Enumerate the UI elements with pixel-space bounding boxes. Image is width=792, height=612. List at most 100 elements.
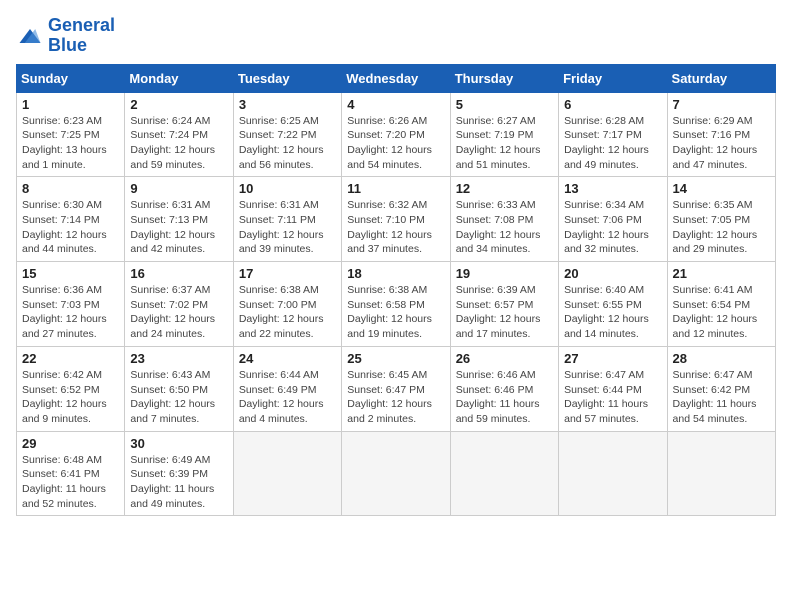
calendar-day-9: 9 Sunrise: 6:31 AM Sunset: 7:13 PM Daylig… xyxy=(125,177,233,262)
calendar-day-29: 29 Sunrise: 6:48 AM Sunset: 6:41 PM Dayli… xyxy=(17,431,125,516)
day-info: Sunrise: 6:49 AM Sunset: 6:39 PM Dayligh… xyxy=(130,453,227,512)
calendar-day-16: 16 Sunrise: 6:37 AM Sunset: 7:02 PM Dayli… xyxy=(125,262,233,347)
day-number: 2 xyxy=(130,97,227,112)
calendar-day-4: 4 Sunrise: 6:26 AM Sunset: 7:20 PM Daylig… xyxy=(342,92,450,177)
day-info: Sunrise: 6:39 AM Sunset: 6:57 PM Dayligh… xyxy=(456,283,553,342)
weekday-header-sunday: Sunday xyxy=(17,64,125,92)
day-info: Sunrise: 6:31 AM Sunset: 7:11 PM Dayligh… xyxy=(239,198,336,257)
calendar-day-28: 28 Sunrise: 6:47 AM Sunset: 6:42 PM Dayli… xyxy=(667,346,775,431)
day-number: 7 xyxy=(673,97,770,112)
day-info: Sunrise: 6:41 AM Sunset: 6:54 PM Dayligh… xyxy=(673,283,770,342)
calendar-day-25: 25 Sunrise: 6:45 AM Sunset: 6:47 PM Dayli… xyxy=(342,346,450,431)
calendar-day-26: 26 Sunrise: 6:46 AM Sunset: 6:46 PM Dayli… xyxy=(450,346,558,431)
day-info: Sunrise: 6:28 AM Sunset: 7:17 PM Dayligh… xyxy=(564,114,661,173)
day-info: Sunrise: 6:45 AM Sunset: 6:47 PM Dayligh… xyxy=(347,368,444,427)
day-number: 18 xyxy=(347,266,444,281)
day-number: 29 xyxy=(22,436,119,451)
day-number: 13 xyxy=(564,181,661,196)
calendar-day-23: 23 Sunrise: 6:43 AM Sunset: 6:50 PM Dayli… xyxy=(125,346,233,431)
calendar-day-11: 11 Sunrise: 6:32 AM Sunset: 7:10 PM Dayli… xyxy=(342,177,450,262)
day-info: Sunrise: 6:27 AM Sunset: 7:19 PM Dayligh… xyxy=(456,114,553,173)
calendar-day-30: 30 Sunrise: 6:49 AM Sunset: 6:39 PM Dayli… xyxy=(125,431,233,516)
day-number: 23 xyxy=(130,351,227,366)
day-number: 9 xyxy=(130,181,227,196)
day-info: Sunrise: 6:31 AM Sunset: 7:13 PM Dayligh… xyxy=(130,198,227,257)
day-number: 10 xyxy=(239,181,336,196)
day-number: 3 xyxy=(239,97,336,112)
weekday-header-monday: Monday xyxy=(125,64,233,92)
day-info: Sunrise: 6:30 AM Sunset: 7:14 PM Dayligh… xyxy=(22,198,119,257)
weekday-header-saturday: Saturday xyxy=(667,64,775,92)
day-info: Sunrise: 6:35 AM Sunset: 7:05 PM Dayligh… xyxy=(673,198,770,257)
calendar-day-15: 15 Sunrise: 6:36 AM Sunset: 7:03 PM Dayli… xyxy=(17,262,125,347)
day-info: Sunrise: 6:47 AM Sunset: 6:42 PM Dayligh… xyxy=(673,368,770,427)
day-number: 28 xyxy=(673,351,770,366)
day-number: 5 xyxy=(456,97,553,112)
calendar-day-18: 18 Sunrise: 6:38 AM Sunset: 6:58 PM Dayli… xyxy=(342,262,450,347)
day-number: 14 xyxy=(673,181,770,196)
day-number: 1 xyxy=(22,97,119,112)
empty-cell xyxy=(559,431,667,516)
calendar-day-22: 22 Sunrise: 6:42 AM Sunset: 6:52 PM Dayli… xyxy=(17,346,125,431)
calendar-day-19: 19 Sunrise: 6:39 AM Sunset: 6:57 PM Dayli… xyxy=(450,262,558,347)
day-info: Sunrise: 6:23 AM Sunset: 7:25 PM Dayligh… xyxy=(22,114,119,173)
day-number: 27 xyxy=(564,351,661,366)
calendar-day-8: 8 Sunrise: 6:30 AM Sunset: 7:14 PM Daylig… xyxy=(17,177,125,262)
day-info: Sunrise: 6:38 AM Sunset: 7:00 PM Dayligh… xyxy=(239,283,336,342)
day-number: 20 xyxy=(564,266,661,281)
day-info: Sunrise: 6:40 AM Sunset: 6:55 PM Dayligh… xyxy=(564,283,661,342)
day-number: 11 xyxy=(347,181,444,196)
empty-cell xyxy=(667,431,775,516)
day-info: Sunrise: 6:24 AM Sunset: 7:24 PM Dayligh… xyxy=(130,114,227,173)
day-info: Sunrise: 6:42 AM Sunset: 6:52 PM Dayligh… xyxy=(22,368,119,427)
day-info: Sunrise: 6:32 AM Sunset: 7:10 PM Dayligh… xyxy=(347,198,444,257)
logo-text: General Blue xyxy=(48,16,115,56)
calendar-day-24: 24 Sunrise: 6:44 AM Sunset: 6:49 PM Dayli… xyxy=(233,346,341,431)
day-number: 17 xyxy=(239,266,336,281)
empty-cell xyxy=(233,431,341,516)
day-info: Sunrise: 6:37 AM Sunset: 7:02 PM Dayligh… xyxy=(130,283,227,342)
calendar-day-6: 6 Sunrise: 6:28 AM Sunset: 7:17 PM Daylig… xyxy=(559,92,667,177)
calendar-day-17: 17 Sunrise: 6:38 AM Sunset: 7:00 PM Dayli… xyxy=(233,262,341,347)
day-info: Sunrise: 6:33 AM Sunset: 7:08 PM Dayligh… xyxy=(456,198,553,257)
weekday-header-tuesday: Tuesday xyxy=(233,64,341,92)
day-number: 16 xyxy=(130,266,227,281)
page-header: General Blue xyxy=(16,16,776,56)
day-number: 26 xyxy=(456,351,553,366)
day-number: 6 xyxy=(564,97,661,112)
calendar-day-13: 13 Sunrise: 6:34 AM Sunset: 7:06 PM Dayli… xyxy=(559,177,667,262)
calendar-day-7: 7 Sunrise: 6:29 AM Sunset: 7:16 PM Daylig… xyxy=(667,92,775,177)
day-number: 22 xyxy=(22,351,119,366)
calendar-day-3: 3 Sunrise: 6:25 AM Sunset: 7:22 PM Daylig… xyxy=(233,92,341,177)
day-number: 24 xyxy=(239,351,336,366)
day-info: Sunrise: 6:43 AM Sunset: 6:50 PM Dayligh… xyxy=(130,368,227,427)
day-number: 19 xyxy=(456,266,553,281)
day-info: Sunrise: 6:25 AM Sunset: 7:22 PM Dayligh… xyxy=(239,114,336,173)
day-info: Sunrise: 6:36 AM Sunset: 7:03 PM Dayligh… xyxy=(22,283,119,342)
weekday-header-wednesday: Wednesday xyxy=(342,64,450,92)
day-number: 30 xyxy=(130,436,227,451)
day-number: 21 xyxy=(673,266,770,281)
calendar-day-2: 2 Sunrise: 6:24 AM Sunset: 7:24 PM Daylig… xyxy=(125,92,233,177)
day-info: Sunrise: 6:29 AM Sunset: 7:16 PM Dayligh… xyxy=(673,114,770,173)
day-number: 25 xyxy=(347,351,444,366)
day-info: Sunrise: 6:38 AM Sunset: 6:58 PM Dayligh… xyxy=(347,283,444,342)
day-number: 12 xyxy=(456,181,553,196)
day-info: Sunrise: 6:47 AM Sunset: 6:44 PM Dayligh… xyxy=(564,368,661,427)
logo: General Blue xyxy=(16,16,115,56)
day-info: Sunrise: 6:46 AM Sunset: 6:46 PM Dayligh… xyxy=(456,368,553,427)
day-number: 8 xyxy=(22,181,119,196)
calendar-day-27: 27 Sunrise: 6:47 AM Sunset: 6:44 PM Dayli… xyxy=(559,346,667,431)
day-info: Sunrise: 6:48 AM Sunset: 6:41 PM Dayligh… xyxy=(22,453,119,512)
calendar-day-20: 20 Sunrise: 6:40 AM Sunset: 6:55 PM Dayli… xyxy=(559,262,667,347)
day-info: Sunrise: 6:44 AM Sunset: 6:49 PM Dayligh… xyxy=(239,368,336,427)
calendar-day-12: 12 Sunrise: 6:33 AM Sunset: 7:08 PM Dayli… xyxy=(450,177,558,262)
calendar-day-21: 21 Sunrise: 6:41 AM Sunset: 6:54 PM Dayli… xyxy=(667,262,775,347)
day-number: 4 xyxy=(347,97,444,112)
day-number: 15 xyxy=(22,266,119,281)
day-info: Sunrise: 6:26 AM Sunset: 7:20 PM Dayligh… xyxy=(347,114,444,173)
logo-icon xyxy=(16,22,44,50)
day-info: Sunrise: 6:34 AM Sunset: 7:06 PM Dayligh… xyxy=(564,198,661,257)
calendar-table: SundayMondayTuesdayWednesdayThursdayFrid… xyxy=(16,64,776,517)
calendar-day-14: 14 Sunrise: 6:35 AM Sunset: 7:05 PM Dayli… xyxy=(667,177,775,262)
